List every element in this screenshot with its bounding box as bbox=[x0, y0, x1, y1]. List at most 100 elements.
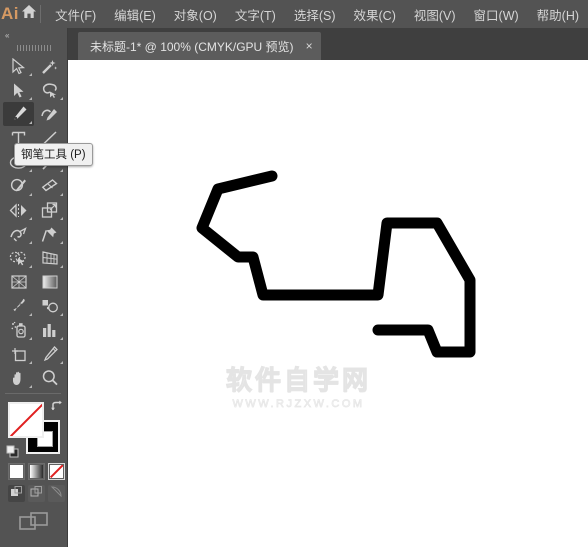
magic-wand-icon bbox=[41, 58, 58, 75]
symbol-sprayer-tool[interactable] bbox=[3, 318, 34, 342]
paint-mode-gradient[interactable] bbox=[28, 463, 45, 480]
magnifier-icon bbox=[41, 369, 59, 387]
tool-flyout-corner-icon bbox=[29, 313, 32, 316]
mesh-tool[interactable] bbox=[3, 270, 34, 294]
tool-flyout-corner-icon bbox=[29, 337, 32, 340]
direct-select-arrow-icon bbox=[10, 82, 27, 99]
menu-file[interactable]: 文件(F) bbox=[46, 1, 105, 28]
tool-flyout-corner-icon bbox=[29, 193, 32, 196]
tool-tooltip: 钢笔工具 (P) bbox=[14, 143, 93, 166]
menu-view[interactable]: 视图(V) bbox=[405, 1, 465, 28]
menu-help[interactable]: 帮助(H) bbox=[528, 1, 588, 28]
document-tab[interactable]: 未标题-1* @ 100% (CMYK/GPU 预览) × bbox=[78, 32, 321, 60]
shaper-tool[interactable] bbox=[3, 174, 34, 198]
warp-icon bbox=[9, 226, 28, 243]
paint-mode-color[interactable] bbox=[8, 463, 25, 480]
tool-flyout-corner-icon bbox=[29, 241, 32, 244]
width-warp-tool[interactable] bbox=[3, 222, 34, 246]
menu-edit[interactable]: 编辑(E) bbox=[105, 1, 165, 28]
artwork-svg bbox=[196, 170, 476, 358]
draw-behind-mode[interactable] bbox=[28, 485, 45, 502]
artboard-canvas[interactable]: 软件自学网 WWW.RJZXW.COM bbox=[68, 60, 588, 547]
rotate-reflect-tool[interactable] bbox=[3, 198, 34, 222]
menu-object[interactable]: 对象(O) bbox=[165, 1, 226, 28]
symbol-sprayer-icon bbox=[10, 321, 28, 339]
menu-item-list: 文件(F) 编辑(E) 对象(O) 文字(T) 选择(S) 效果(C) 视图(V… bbox=[46, 1, 588, 28]
draw-normal-mode[interactable] bbox=[8, 485, 25, 502]
blend-tool[interactable] bbox=[34, 294, 65, 318]
artboard-tool[interactable] bbox=[3, 342, 34, 366]
menu-type[interactable]: 文字(T) bbox=[226, 1, 285, 28]
toolbar-drag-handle[interactable] bbox=[0, 42, 67, 54]
pen-tool[interactable] bbox=[3, 102, 34, 126]
solid-color-icon bbox=[10, 465, 23, 478]
fill-swatch[interactable] bbox=[8, 402, 44, 438]
eyedropper-icon bbox=[10, 297, 28, 315]
draw-inside-icon bbox=[50, 485, 63, 503]
fill-stroke-control bbox=[0, 398, 68, 460]
shaper-pencil-icon bbox=[10, 177, 28, 195]
hand-tool[interactable] bbox=[3, 366, 34, 390]
draw-normal-icon bbox=[10, 485, 23, 503]
hand-icon bbox=[10, 369, 28, 387]
none-swatch-icon bbox=[50, 465, 63, 478]
slice-knife-icon bbox=[41, 345, 59, 363]
draw-behind-icon bbox=[30, 485, 43, 503]
home-button[interactable] bbox=[20, 0, 38, 28]
tool-flyout-corner-icon bbox=[60, 169, 63, 172]
paint-mode-group bbox=[0, 463, 67, 480]
swap-fill-stroke-icon[interactable] bbox=[50, 400, 64, 414]
scale-tool[interactable] bbox=[34, 198, 65, 222]
tool-flyout-corner-icon bbox=[29, 385, 32, 388]
paint-mode-none[interactable] bbox=[48, 463, 65, 480]
magic-wand-tool[interactable] bbox=[34, 54, 65, 78]
close-icon[interactable]: × bbox=[306, 40, 313, 52]
perspective-grid-tool[interactable] bbox=[34, 246, 65, 270]
free-transform-tool[interactable] bbox=[34, 222, 65, 246]
screen-mode-icon bbox=[19, 511, 49, 538]
drawn-pen-path[interactable] bbox=[196, 170, 476, 358]
draw-inside-mode[interactable] bbox=[48, 485, 65, 502]
menu-select[interactable]: 选择(S) bbox=[285, 1, 345, 28]
menu-bar: Ai 文件(F) 编辑(E) 对象(O) 文字(T) 选择(S) 效果(C) 视… bbox=[0, 0, 588, 28]
tools-panel: « bbox=[0, 28, 68, 547]
gradient-icon bbox=[41, 274, 59, 290]
artboard-icon bbox=[10, 346, 28, 363]
tool-flyout-corner-icon bbox=[60, 217, 63, 220]
selection-tool[interactable] bbox=[3, 54, 34, 78]
eyedropper-tool[interactable] bbox=[3, 294, 34, 318]
arrow-cursor-icon bbox=[10, 57, 27, 75]
document-area: 未标题-1* @ 100% (CMYK/GPU 预览) × 软件自学网 WWW.… bbox=[68, 28, 588, 547]
menu-separator bbox=[39, 5, 41, 23]
tool-flyout-corner-icon bbox=[29, 73, 32, 76]
direct-selection-tool[interactable] bbox=[3, 78, 34, 102]
tool-flyout-corner-icon bbox=[60, 241, 63, 244]
tool-flyout-corner-icon bbox=[60, 265, 63, 268]
home-icon bbox=[21, 4, 37, 24]
change-screen-mode-button[interactable] bbox=[0, 510, 68, 538]
zoom-tool[interactable] bbox=[34, 366, 65, 390]
gradient-tool[interactable] bbox=[34, 270, 65, 294]
document-tab-bar: 未标题-1* @ 100% (CMYK/GPU 预览) × bbox=[68, 28, 588, 60]
tool-grid bbox=[0, 54, 68, 390]
shape-builder-icon bbox=[9, 250, 28, 266]
default-fill-stroke-icon[interactable] bbox=[6, 445, 19, 458]
eraser-icon bbox=[41, 178, 59, 194]
tool-flyout-corner-icon bbox=[29, 169, 32, 172]
lasso-tool[interactable] bbox=[34, 78, 65, 102]
app-logo-label: Ai bbox=[0, 4, 19, 23]
shape-builder-tool[interactable] bbox=[3, 246, 34, 270]
toolbar-collapse-button[interactable]: « bbox=[0, 28, 67, 42]
illustrator-window: Ai 文件(F) 编辑(E) 对象(O) 文字(T) 选择(S) 效果(C) 视… bbox=[0, 0, 588, 547]
menu-effect[interactable]: 效果(C) bbox=[345, 1, 405, 28]
gradient-swatch-icon bbox=[30, 465, 43, 478]
curvature-tool[interactable] bbox=[34, 102, 65, 126]
grip-dots-icon bbox=[16, 45, 51, 51]
tool-flyout-corner-icon bbox=[29, 97, 32, 100]
tool-flyout-corner-icon bbox=[60, 337, 63, 340]
column-graph-tool[interactable] bbox=[34, 318, 65, 342]
eraser-tool[interactable] bbox=[34, 174, 65, 198]
tool-flyout-corner-icon bbox=[60, 361, 63, 364]
menu-window[interactable]: 窗口(W) bbox=[465, 1, 528, 28]
slice-tool[interactable] bbox=[34, 342, 65, 366]
